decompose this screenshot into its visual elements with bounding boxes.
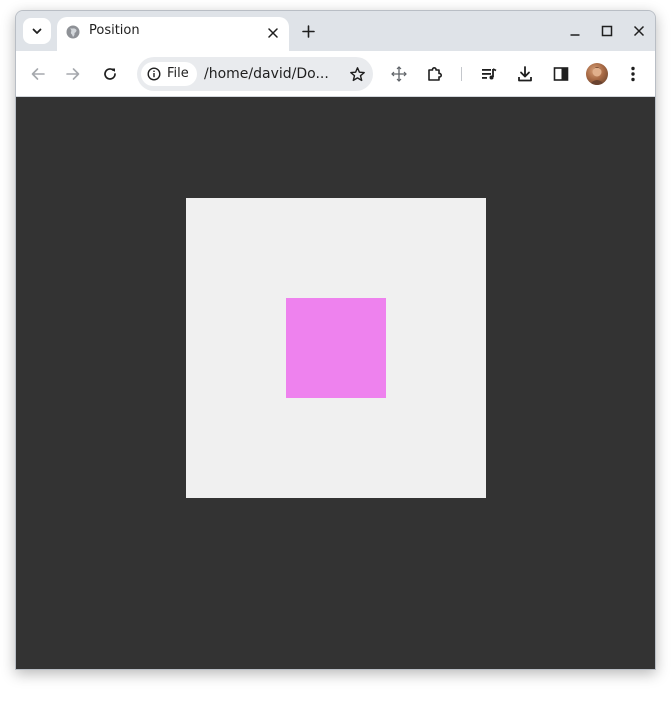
download-icon [518, 66, 532, 82]
minimize-icon [570, 34, 580, 36]
site-info-chip[interactable]: File [141, 62, 197, 86]
close-icon [633, 25, 645, 37]
address-bar[interactable]: File /home/david/Do... [137, 57, 373, 91]
positioned-square [286, 298, 386, 398]
tab-position[interactable]: Position [57, 17, 289, 51]
profile-avatar[interactable] [586, 63, 608, 85]
main-menu-button[interactable] [621, 62, 645, 86]
bookmark-button[interactable] [347, 64, 367, 84]
page-viewport [16, 97, 655, 669]
info-icon [147, 67, 161, 81]
downloads-button[interactable] [513, 62, 537, 86]
tab-title: Position [89, 23, 140, 38]
star-icon [349, 66, 365, 81]
extensions-button[interactable] [423, 62, 447, 86]
globe-icon [66, 25, 80, 39]
container-box [186, 198, 486, 498]
new-tab-button[interactable] [298, 21, 318, 41]
chevron-down-icon [32, 28, 42, 34]
toolbar-separator [461, 67, 462, 81]
tab-close-button[interactable] [265, 25, 281, 41]
tab-search-button[interactable] [23, 18, 51, 44]
avatar-image [589, 67, 605, 85]
puzzle-icon [428, 67, 442, 81]
back-button[interactable] [26, 62, 50, 86]
reload-icon [104, 68, 116, 80]
plus-icon [301, 24, 315, 38]
maximize-button[interactable] [597, 21, 617, 41]
side-panel-button[interactable] [549, 62, 573, 86]
browser-toolbar: File /home/david/Do... [16, 51, 655, 97]
close-icon [268, 28, 278, 38]
close-window-button[interactable] [629, 21, 649, 41]
minimize-button[interactable] [565, 21, 585, 41]
reload-button[interactable] [98, 62, 122, 86]
back-arrow-icon [31, 68, 45, 80]
media-queue-icon [482, 68, 497, 80]
move-icon [391, 66, 407, 82]
browser-window: Position File /home/david/Do... [15, 10, 656, 670]
forward-arrow-icon [66, 68, 80, 80]
site-chip-label: File [167, 66, 189, 81]
move-button[interactable] [387, 62, 411, 86]
kebab-menu-icon [631, 66, 635, 82]
tab-strip: Position [16, 11, 655, 51]
maximize-icon [601, 25, 613, 37]
media-control-button[interactable] [477, 62, 501, 86]
side-panel-icon [553, 67, 569, 81]
forward-button[interactable] [61, 62, 85, 86]
url-text[interactable]: /home/david/Do... [204, 66, 329, 82]
